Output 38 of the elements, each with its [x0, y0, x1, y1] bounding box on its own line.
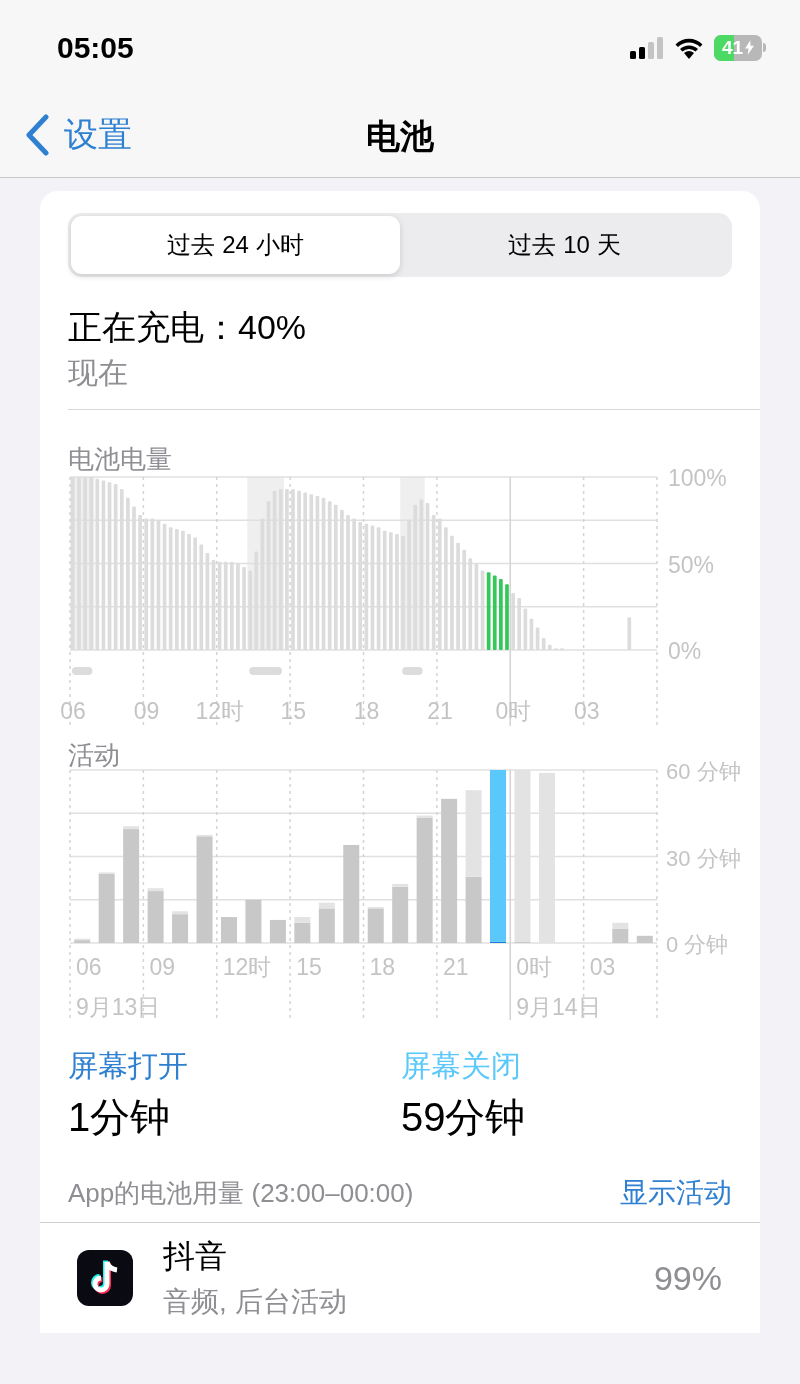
axis-label: 06: [60, 698, 86, 724]
page-title: 电池: [366, 115, 434, 157]
date-label: 9月14日: [516, 994, 601, 1020]
axis-label: 0 分钟: [666, 932, 729, 957]
chart-title: 电池电量: [68, 444, 173, 474]
screen-time-value: 59分钟: [401, 1094, 527, 1141]
screen-time-label: 屏幕打开: [68, 1048, 189, 1084]
axis-label: 60 分钟: [666, 759, 741, 784]
axis-label: 0%: [668, 638, 702, 664]
axis-label: 09: [133, 698, 160, 724]
charging-status: 正在充电：40%: [68, 307, 308, 347]
chart-title: 活动: [68, 740, 121, 770]
axis-label: 50%: [668, 551, 715, 578]
axis-label: 18: [369, 954, 396, 980]
axis-label: 18: [353, 698, 380, 724]
date-label: 9月13日: [76, 994, 161, 1020]
axis-label: 03: [573, 698, 600, 724]
app-name: 抖音: [163, 1237, 228, 1276]
usage-percent: 99%: [653, 1257, 722, 1299]
axis-label: 30 分钟: [666, 845, 741, 871]
screen-time-value: 1分钟: [68, 1094, 172, 1141]
section-header: App的电池用量 (23:00–00:00): [68, 1176, 414, 1210]
axis-label: 100%: [668, 465, 727, 491]
axis-label: 15: [296, 954, 322, 980]
charging-time: 现在: [68, 355, 129, 391]
axis-label: 0时: [516, 954, 553, 980]
axis-label: 15: [280, 698, 306, 724]
status-time: 05:05: [57, 30, 134, 66]
axis-label: 03: [589, 954, 616, 980]
axis-label: 21: [427, 698, 453, 724]
axis-label: 21: [442, 954, 469, 980]
axis-label: 0时: [495, 698, 532, 724]
axis-label: 06: [76, 954, 102, 980]
screen-time-label: 屏幕关闭: [401, 1048, 522, 1084]
axis-label: 12时: [222, 954, 272, 980]
axis-label: 12时: [195, 698, 245, 724]
app-detail: 音频, 后台活动: [163, 1285, 348, 1319]
axis-label: 09: [149, 954, 175, 980]
